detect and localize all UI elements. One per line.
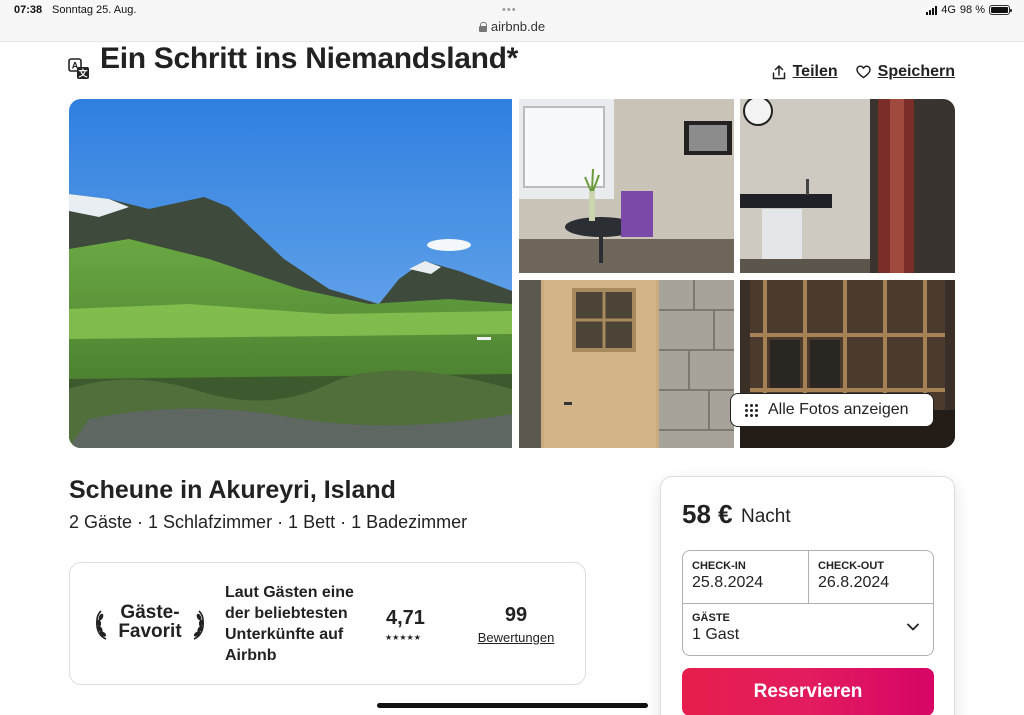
more-dots-icon[interactable]: •••: [502, 4, 517, 16]
share-label: Teilen: [792, 63, 838, 80]
guest-favorite-card[interactable]: Gäste- Favorit Laut Gästen eine der beli…: [69, 562, 586, 685]
chevron-down-icon[interactable]: [907, 623, 919, 631]
browser-status-bar: 07:38 Sonntag 25. Aug. ••• airbnb.de 4G …: [0, 0, 1024, 42]
rating-value: 4,71: [386, 607, 425, 629]
share-button[interactable]: Teilen: [772, 63, 838, 81]
checkout-value: 26.8.2024: [818, 574, 890, 591]
show-all-photos-button[interactable]: Alle Fotos anzeigen: [730, 393, 934, 427]
signal-icon: [926, 5, 938, 15]
page-title: Ein Schritt ins Niemandsland*: [100, 42, 519, 75]
battery-fill: [991, 7, 1008, 13]
checkin-label: CHECK-IN: [692, 560, 746, 572]
photo-kitchen[interactable]: [740, 99, 955, 273]
status-date: Sonntag 25. Aug.: [52, 4, 137, 16]
listing-details: 2 Gäste · 1 Schlafzimmer · 1 Bett · 1 Ba…: [69, 512, 468, 532]
date-guest-picker: CHECK-IN 25.8.2024 CHECK-OUT 26.8.2024 G…: [682, 550, 934, 656]
laurel-icon: [96, 610, 107, 640]
battery-icon: [989, 5, 1012, 15]
photo-door[interactable]: [519, 280, 734, 448]
status-time: 07:38: [14, 4, 43, 16]
guests-select[interactable]: GÄSTE 1 Gast: [692, 612, 930, 644]
grid-dots-icon: [745, 403, 758, 417]
checkin-value: 25.8.2024: [692, 574, 764, 591]
guest-favorite-line1: Gäste-: [120, 602, 180, 623]
guests-label: GÄSTE: [692, 612, 730, 624]
booking-card: 58 € Nacht CHECK-IN 25.8.2024 CHECK-OUT …: [660, 476, 955, 715]
network-label: 4G: [941, 4, 956, 16]
checkin-field[interactable]: CHECK-IN 25.8.2024: [692, 560, 804, 592]
address-bar[interactable]: airbnb.de: [0, 19, 1024, 34]
translate-icon[interactable]: A 文: [68, 58, 90, 80]
heart-icon: [855, 65, 871, 79]
home-indicator[interactable]: [377, 703, 648, 708]
main-photo-mountains[interactable]: [69, 99, 512, 448]
save-label: Speichern: [877, 63, 955, 80]
reviews-count: 99: [504, 604, 528, 626]
lock-icon: [478, 22, 488, 32]
show-all-photos-label: Alle Fotos anzeigen: [768, 401, 909, 418]
svg-text:文: 文: [77, 68, 88, 79]
photo-room-table[interactable]: [519, 99, 734, 273]
url-text: airbnb.de: [490, 19, 546, 34]
guest-favorite-label: Gäste- Favorit: [114, 603, 186, 641]
checkout-field[interactable]: CHECK-OUT 26.8.2024: [818, 560, 930, 592]
share-icon: [772, 64, 785, 79]
checkout-label: CHECK-OUT: [818, 560, 884, 572]
title-actions: Teilen Speichern: [772, 63, 955, 81]
save-button[interactable]: Speichern: [855, 63, 955, 81]
listing-subtitle: Scheune in Akureyri, Island: [69, 476, 396, 504]
guests-value: 1 Gast: [692, 626, 740, 643]
laurel-icon: [193, 610, 204, 640]
rating-stars: ★★★★★: [385, 633, 421, 642]
battery-percent: 98 %: [959, 4, 985, 16]
reserve-button[interactable]: Reservieren: [682, 668, 934, 715]
status-indicators: 4G 98 %: [926, 4, 1012, 16]
reviews-link[interactable]: Bewertungen: [466, 630, 566, 645]
guest-favorite-description: Laut Gästen eine der beliebtesten Unterk…: [225, 584, 354, 664]
price-per-night: 58 €: [682, 499, 733, 529]
price-unit: Nacht: [741, 506, 791, 527]
guest-favorite-line2: Favorit: [118, 621, 182, 642]
